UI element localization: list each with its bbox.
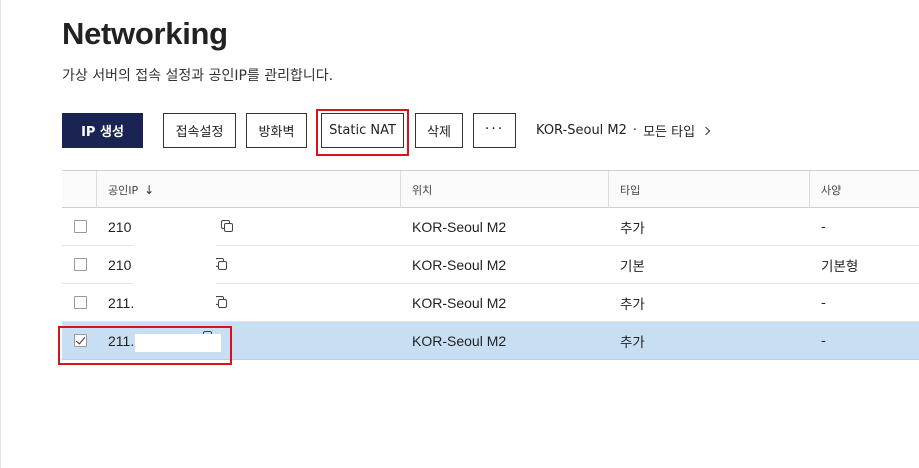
location-cell: KOR-Seoul M2 (412, 218, 507, 235)
header-separator (608, 171, 609, 208)
chevron-right-icon (701, 126, 711, 135)
copy-icon[interactable] (215, 258, 228, 271)
create-ip-button[interactable]: IP 생성 (62, 113, 143, 148)
page-title: Networking (62, 16, 228, 51)
column-location[interactable]: 위치 (402, 171, 432, 208)
row-checkbox[interactable] (74, 258, 87, 271)
row-checkbox-checked[interactable] (74, 334, 87, 347)
location-cell: KOR-Seoul M2 (412, 332, 507, 349)
region-filter[interactable]: KOR-Seoul M2 · 모든 타입 (536, 121, 711, 140)
column-spec[interactable]: 사양 (811, 171, 841, 208)
row-checkbox[interactable] (74, 296, 87, 309)
spec-cell: - (821, 294, 826, 311)
header-separator (96, 171, 97, 208)
type-filter-label: 모든 타입 (643, 125, 696, 140)
firewall-button[interactable]: 방화벽 (246, 113, 307, 148)
type-cell: 추가 (620, 334, 645, 351)
copy-icon[interactable] (221, 220, 234, 233)
column-type[interactable]: 타입 (610, 171, 640, 208)
static-nat-button[interactable]: Static NAT (321, 113, 404, 148)
header-separator (809, 171, 810, 208)
filter-separator: · (632, 123, 638, 138)
ip-cell: 210 (108, 256, 132, 273)
redaction-mask (135, 334, 221, 352)
type-cell: 기본 (620, 258, 645, 275)
column-public-ip-label: 공인IP (108, 183, 139, 197)
copy-icon[interactable] (215, 296, 228, 309)
column-public-ip[interactable]: 공인IP ↓ (98, 171, 154, 208)
table-header: 공인IP ↓ 위치 타입 사양 (62, 170, 919, 208)
type-cell: 추가 (620, 220, 645, 237)
location-cell: KOR-Seoul M2 (412, 256, 507, 273)
sort-arrow-down-icon: ↓ (144, 182, 155, 197)
ip-cell: 211. (108, 294, 135, 311)
page-subtitle: 가상 서버의 접속 설정과 공인IP를 관리합니다. (62, 68, 334, 84)
redaction-mask (133, 212, 216, 312)
spec-cell: - (821, 218, 826, 235)
access-settings-button[interactable]: 접속설정 (163, 113, 236, 148)
region-label: KOR-Seoul M2 (536, 123, 627, 138)
more-icon: ··· (484, 120, 505, 137)
more-button[interactable]: ··· (473, 113, 516, 148)
left-edge-border (0, 0, 1, 468)
toolbar: IP 생성 접속설정 방화벽 Static NAT 삭제 ··· (62, 113, 912, 148)
location-cell: KOR-Seoul M2 (412, 294, 507, 311)
delete-button[interactable]: 삭제 (415, 113, 463, 148)
spec-cell: - (821, 332, 826, 349)
type-cell: 추가 (620, 296, 645, 313)
row-checkbox[interactable] (74, 220, 87, 233)
header-separator (400, 171, 401, 208)
ip-cell: 211. (108, 332, 135, 349)
ip-cell: 210 (108, 218, 132, 235)
spec-cell: 기본형 (821, 258, 859, 275)
